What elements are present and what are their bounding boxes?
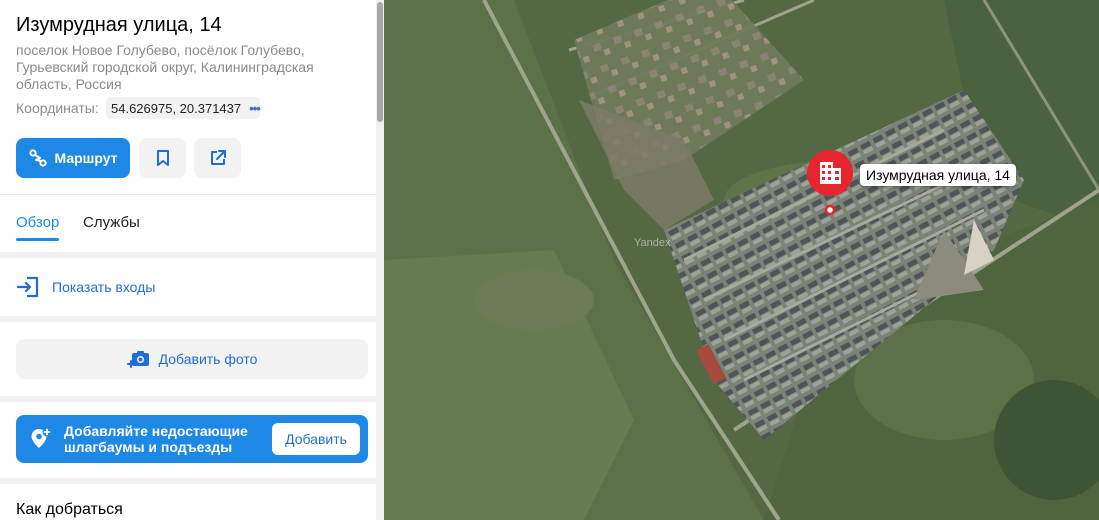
tab-services[interactable]: Службы — [83, 214, 140, 231]
section-divider — [0, 396, 384, 402]
tab-overview[interactable]: Обзор — [16, 214, 59, 231]
section-divider — [0, 252, 384, 258]
route-button-label: Маршрут — [54, 150, 118, 166]
route-button[interactable]: Маршрут — [16, 138, 130, 178]
promo-line: Добавляйте недостающие — [64, 423, 248, 439]
share-button[interactable] — [194, 138, 241, 178]
map-marker[interactable] — [805, 150, 855, 220]
show-entrances-link[interactable]: Показать входы — [16, 276, 155, 298]
coordinates-value[interactable]: 54.626975, 20.371437 — [111, 101, 241, 116]
panel-scrollbar-thumb[interactable] — [377, 2, 383, 122]
address-line: область, Россия — [16, 76, 122, 92]
section-divider — [0, 478, 384, 484]
satellite-map[interactable]: Yandex — [384, 0, 1099, 520]
divider — [0, 194, 384, 195]
coordinates-label: Координаты: — [16, 100, 99, 116]
address-line: поселок Новое Голубево, посёлок Голубево… — [16, 42, 305, 58]
page-title: Изумрудная улица, 14 — [16, 14, 222, 36]
address: поселок Новое Голубево, посёлок Голубево… — [16, 42, 346, 93]
promo-banner: Добавляйте недостающие шлагбаумы и подъе… — [16, 415, 368, 463]
place-card-panel: Изумрудная улица, 14 поселок Новое Голуб… — [0, 0, 384, 520]
map-watermark: Yandex — [634, 237, 671, 249]
entrance-icon — [16, 276, 39, 298]
section-divider — [0, 316, 384, 322]
address-line: Гурьевский городской округ, Калининградс… — [16, 59, 314, 75]
location-plus-icon — [31, 427, 52, 448]
promo-text: Добавляйте недостающие шлагбаумы и подъе… — [64, 423, 248, 455]
more-icon[interactable]: ••• — [249, 101, 261, 116]
share-icon — [210, 150, 226, 165]
satellite-imagery[interactable]: Yandex — [384, 0, 1099, 520]
tab-active-indicator — [16, 238, 59, 241]
route-icon — [29, 149, 48, 167]
add-photo-label: Добавить фото — [158, 351, 258, 367]
promo-line: шлагбаумы и подъезды — [64, 439, 233, 455]
add-photo-button[interactable]: Добавить фото — [16, 339, 368, 379]
how-to-get-heading: Как добраться — [16, 501, 123, 518]
bookmark-button[interactable] — [139, 138, 186, 178]
show-entrances-label: Показать входы — [52, 279, 156, 295]
bookmark-icon — [156, 150, 169, 166]
camera-plus-icon — [126, 351, 149, 368]
promo-add-button[interactable]: Добавить — [272, 423, 360, 455]
coordinates-box[interactable]: 54.626975, 20.371437 ••• — [106, 97, 261, 119]
marker-label[interactable]: Изумрудная улица, 14 — [860, 164, 1016, 186]
